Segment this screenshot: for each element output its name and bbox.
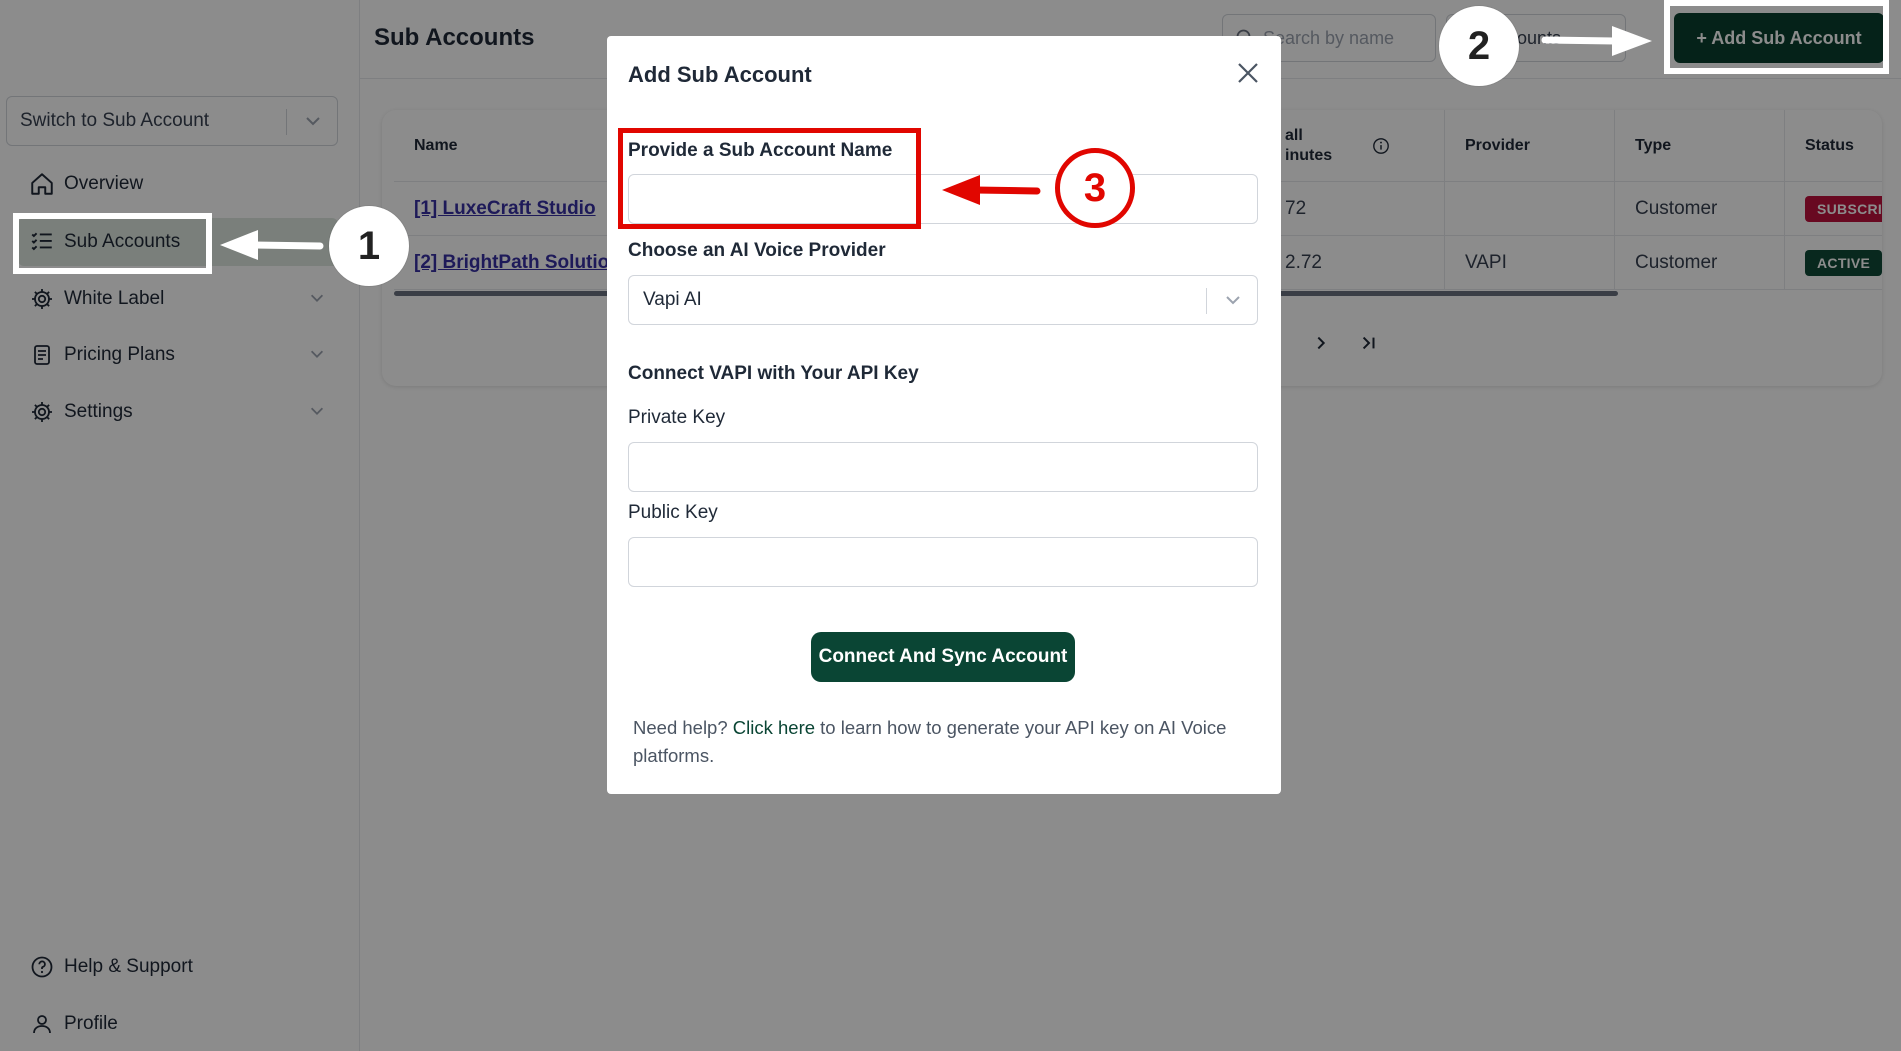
help-link[interactable]: Click here: [733, 717, 815, 738]
help-prefix: Need help?: [633, 717, 728, 738]
select-separator: [1206, 288, 1207, 314]
provider-select[interactable]: Vapi AI: [628, 275, 1258, 325]
provider-value: Vapi AI: [643, 289, 702, 310]
highlight-box-sub-accounts: [13, 213, 212, 274]
connect-heading: Connect VAPI with Your API Key: [628, 363, 919, 384]
close-icon[interactable]: [1235, 60, 1261, 86]
public-key-input[interactable]: [628, 537, 1258, 587]
step-marker-3: 3: [1055, 148, 1135, 228]
step-marker-2: 2: [1439, 6, 1519, 86]
connect-sync-button[interactable]: Connect And Sync Account: [811, 632, 1075, 682]
private-key-input[interactable]: [628, 442, 1258, 492]
modal-title: Add Sub Account: [628, 62, 812, 87]
highlight-box-add-button: [1664, 0, 1889, 74]
help-text: Need help? Click here to learn how to ge…: [633, 714, 1253, 770]
provider-label: Choose an AI Voice Provider: [628, 240, 886, 261]
chevron-down-icon: [1226, 296, 1240, 305]
public-key-label: Public Key: [628, 502, 718, 523]
step-marker-1: 1: [329, 206, 409, 286]
highlight-box-name-field: [618, 128, 921, 229]
private-key-label: Private Key: [628, 407, 726, 428]
